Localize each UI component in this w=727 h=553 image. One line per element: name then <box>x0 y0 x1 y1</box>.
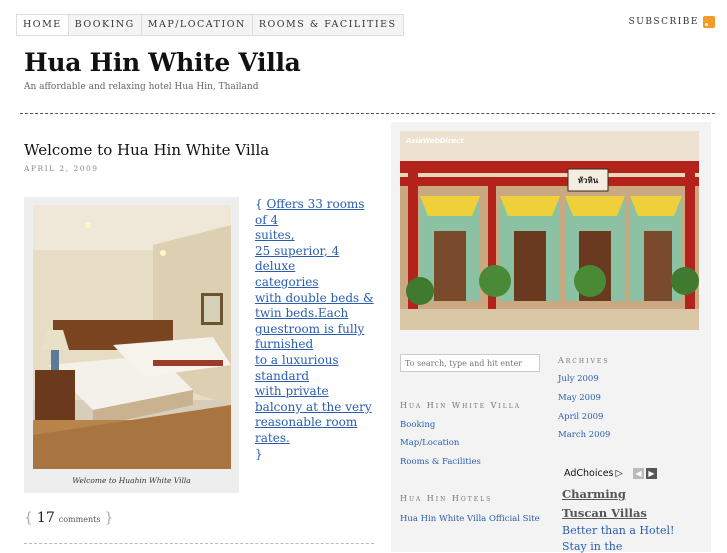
excerpt-line[interactable]: reasonable room rates. <box>255 415 357 445</box>
hotels-widget-title: Hua Hin Hotels <box>400 494 493 503</box>
sidebar: หัวหิน AsiaWebDirect To search, type and… <box>391 122 711 553</box>
top-nav: HOME BOOKING MAP/LOCATION ROOMS & FACILI… <box>16 14 404 36</box>
excerpt-line[interactable]: Offers 33 rooms of 4 <box>255 197 364 227</box>
comments-count: 17 <box>36 510 55 526</box>
post-image-frame: Welcome to Huahin White Villa <box>24 197 239 493</box>
ad-title-line2[interactable]: Tuscan Villas <box>562 506 647 520</box>
excerpt-line[interactable]: categories <box>255 275 319 289</box>
sidebar-link-booking[interactable]: Booking <box>400 420 435 430</box>
excerpt-line[interactable]: 25 superior, 4 deluxe <box>255 244 339 274</box>
hero-watermark: AsiaWebDirect <box>405 137 464 145</box>
excerpt-line[interactable]: suites, <box>255 228 295 242</box>
adchoices-icon: ▷ <box>615 468 623 479</box>
post-date: APRIL 2, 2009 <box>24 164 99 173</box>
site-title[interactable]: Hua Hin White Villa <box>24 48 301 77</box>
nav-home[interactable]: HOME <box>17 15 69 35</box>
excerpt-line[interactable]: to a luxurious standard <box>255 353 339 383</box>
image-caption: Welcome to Huahin White Villa <box>72 476 191 485</box>
search-input[interactable] <box>400 354 540 372</box>
adchoices-label[interactable]: AdChoices ▷ <box>564 468 623 479</box>
excerpt-line[interactable]: with private <box>255 384 329 398</box>
site-tagline: An affordable and relaxing hotel Hua Hin… <box>24 82 259 92</box>
post-divider <box>24 543 374 544</box>
hero-sign: หัวหิน <box>578 176 599 185</box>
nav-booking[interactable]: BOOKING <box>69 15 142 35</box>
excerpt-line[interactable]: twin beds.Each <box>255 306 348 320</box>
ad-text-line2: Stay in the <box>562 540 623 553</box>
room-photo <box>33 205 231 469</box>
subscribe-label: SUBSCRIBE <box>628 17 699 27</box>
archive-link[interactable]: July 2009 <box>558 374 599 384</box>
sidebar-link-map-location[interactable]: Map/Location <box>400 438 459 448</box>
archive-link[interactable]: May 2009 <box>558 393 601 403</box>
nav-map-location[interactable]: MAP/LOCATION <box>142 15 253 35</box>
villa-widget-title: Hua Hin White Villa <box>400 401 522 410</box>
archive-link[interactable]: March 2009 <box>558 430 610 440</box>
excerpt-line[interactable]: with double beds & <box>255 291 374 305</box>
ad-nav: ◀ ▶ <box>633 468 657 479</box>
excerpt-line[interactable]: guestroom is fully <box>255 322 364 336</box>
comments-label: comments <box>58 515 101 524</box>
nav-rooms-facilities[interactable]: ROOMS & FACILITIES <box>253 15 403 35</box>
subscribe-link[interactable]: SUBSCRIBE <box>629 16 715 28</box>
comments-link[interactable]: { 17 comments } <box>24 510 113 526</box>
excerpt-line[interactable]: furnished <box>255 337 313 351</box>
sidebar-link-rooms-facilities[interactable]: Rooms & Facilities <box>400 457 481 467</box>
excerpt-line[interactable]: balcony at the very <box>255 400 372 414</box>
ad-prev-icon[interactable]: ◀ <box>633 468 644 479</box>
post-excerpt: { Offers 33 rooms of 4 suites, 25 superi… <box>255 197 379 462</box>
ad-next-icon[interactable]: ▶ <box>646 468 657 479</box>
rss-feed-icon <box>703 16 715 28</box>
hotel-entrance-photo: หัวหิน AsiaWebDirect <box>400 131 699 330</box>
comments-close-brace: } <box>104 510 114 526</box>
header-divider <box>20 113 715 114</box>
archives-title: Archives <box>558 356 610 365</box>
ad-text-line1: Better than a Hotel! <box>562 524 675 537</box>
post-title[interactable]: Welcome to Hua Hin White Villa <box>24 141 269 159</box>
close-brace: } <box>255 446 263 461</box>
comments-open-brace: { <box>24 510 33 526</box>
archive-link[interactable]: April 2009 <box>558 412 603 422</box>
adchoices-text: AdChoices <box>564 468 614 479</box>
open-brace: { <box>255 197 263 211</box>
sidebar-link-official-site[interactable]: Hua Hin White Villa Official Site <box>400 514 540 524</box>
ad-title-line1[interactable]: Charming <box>562 487 626 501</box>
